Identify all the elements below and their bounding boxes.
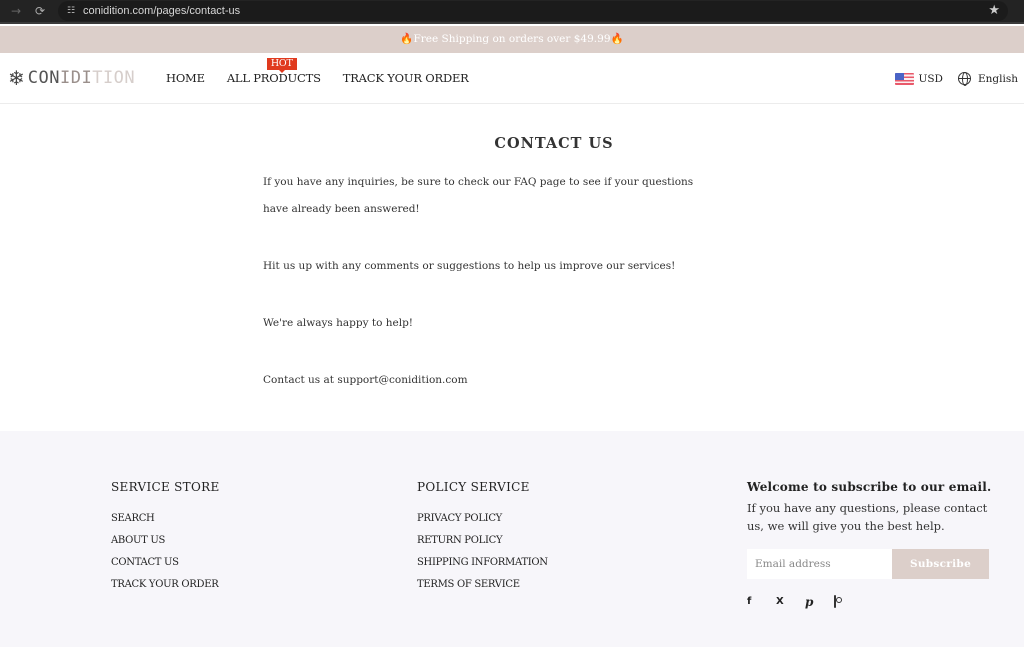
pinterest-icon[interactable]: p (805, 591, 817, 609)
browser-toolbar: → ⟳ ☷ conidition.com/pages/contact-us ★ (0, 0, 1024, 24)
nav-home[interactable]: HOME (166, 53, 205, 104)
language-selector[interactable]: English (978, 73, 1018, 85)
nav-all-products-label: ALL PRODUCTS (226, 71, 321, 85)
x-twitter-icon[interactable]: X (776, 591, 788, 607)
logo-text-part-3: TION (92, 68, 136, 88)
newsletter-description: If you have any questions, please contac… (747, 501, 988, 533)
nav-track-your-order[interactable]: TRACK YOUR ORDER (343, 53, 469, 104)
email-input[interactable] (747, 549, 892, 579)
footer-heading-policy-service: POLICY SERVICE (417, 480, 530, 494)
footer-link-track-order[interactable]: TRACK YOUR ORDER (111, 574, 220, 596)
logo-text-part-1: CON (27, 68, 60, 88)
footer-link-contact-us[interactable]: CONTACT US (111, 552, 220, 574)
announcement-bar: 🔥Free Shipping on orders over $49.99🔥 (0, 26, 1024, 53)
footer-link-return-policy[interactable]: RETURN POLICY (417, 530, 548, 552)
globe-icon[interactable] (957, 72, 971, 86)
paragraph-inquiries-cont: have already been answered! (263, 203, 420, 215)
newsletter-form: Subscribe (747, 549, 989, 579)
instagram-glyph (834, 595, 836, 608)
footer-newsletter: Welcome to subscribe to our email. If yo… (747, 480, 997, 609)
site-header: ❄ CONIDITION HOME HOT ALL PRODUCTS TRACK… (0, 53, 1024, 104)
footer-link-about-us[interactable]: ABOUT US (111, 530, 220, 552)
facebook-icon[interactable]: f (747, 591, 759, 607)
site-info-icon[interactable]: ☷ (64, 4, 78, 18)
snowflake-logo-icon: ❄ (8, 66, 25, 90)
paragraph-happy: We're always happy to help! (263, 317, 414, 329)
paragraph-email: Contact us at support@conidition.com (263, 374, 468, 386)
footer-link-privacy-policy[interactable]: PRIVACY POLICY (417, 508, 548, 530)
paragraph-inquiries: If you have any inquiries, be sure to ch… (263, 176, 694, 188)
forward-icon[interactable]: → (8, 3, 24, 19)
newsletter-title: Welcome to subscribe to our email. (747, 480, 992, 494)
instagram-icon[interactable] (834, 591, 846, 608)
logo-text-part-2: IDI (59, 68, 93, 88)
bookmark-star-icon[interactable]: ★ (988, 2, 1000, 20)
footer-link-terms[interactable]: TERMS OF SERVICE (417, 574, 548, 596)
logo-wordmark: CONIDITION (28, 66, 135, 90)
footer-service-store: SERVICE STORE SEARCH ABOUT US CONTACT US… (111, 480, 220, 596)
footer-heading-service-store: SERVICE STORE (111, 480, 220, 494)
subscribe-button[interactable]: Subscribe (892, 549, 989, 579)
footer-policy-service: POLICY SERVICE PRIVACY POLICY RETURN POL… (417, 480, 548, 596)
us-flag-icon[interactable] (894, 72, 914, 85)
main-content: CONTACT US If you have any inquiries, be… (0, 104, 1024, 431)
main-nav: HOME HOT ALL PRODUCTS TRACK YOUR ORDER (166, 53, 491, 104)
url-text[interactable]: conidition.com/pages/contact-us (83, 3, 240, 19)
header-utilities: USD English (894, 53, 1018, 104)
nav-all-products[interactable]: HOT ALL PRODUCTS (227, 53, 321, 104)
social-links: f X p (747, 591, 997, 609)
paragraph-feedback: Hit us up with any comments or suggestio… (263, 260, 676, 272)
site-footer: SERVICE STORE SEARCH ABOUT US CONTACT US… (0, 431, 1024, 647)
hot-badge: HOT (266, 58, 297, 73)
reload-icon[interactable]: ⟳ (32, 3, 48, 19)
page-title: CONTACT US (494, 135, 614, 152)
currency-selector[interactable]: USD (919, 73, 943, 85)
site-logo[interactable]: ❄ CONIDITION (8, 66, 135, 90)
footer-link-shipping-info[interactable]: SHIPPING INFORMATION (417, 552, 548, 574)
footer-link-search[interactable]: SEARCH (111, 508, 220, 530)
address-bar[interactable]: ☷ conidition.com/pages/contact-us ★ (58, 1, 1008, 21)
announcement-text: 🔥Free Shipping on orders over $49.99🔥 (400, 33, 624, 45)
